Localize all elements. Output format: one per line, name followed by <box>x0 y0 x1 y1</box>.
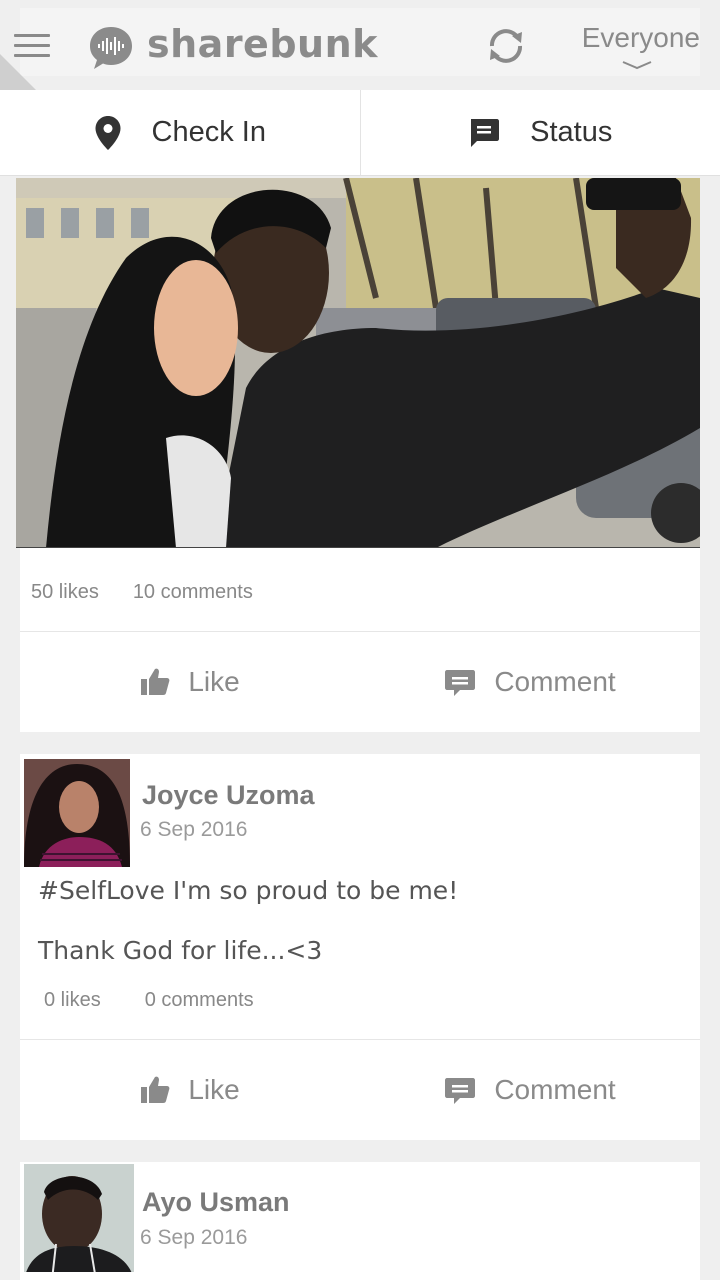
like-label: Like <box>188 1073 240 1105</box>
post-card: Joyce Uzoma 6 Sep 2016 #SelfLove I'm so … <box>20 754 700 1140</box>
comment-icon <box>445 1077 476 1104</box>
post-stats: 50 likes 10 comments <box>31 581 287 604</box>
post-text-line: #SelfLove I'm so proud to be me! <box>38 876 459 905</box>
audience-dropdown[interactable]: Everyone <box>568 22 702 78</box>
check-in-label: Check In <box>151 116 266 148</box>
comments-count[interactable]: 0 comments <box>145 989 254 1012</box>
post-card: 50 likes 10 comments Like Comment <box>20 548 700 732</box>
post-stats: 0 likes 0 comments <box>44 989 288 1012</box>
comment-label: Comment <box>494 665 616 697</box>
comment-icon <box>445 669 476 696</box>
app-name: sharebunk <box>147 22 378 66</box>
like-label: Like <box>188 665 240 697</box>
author-name[interactable]: Ayo Usman <box>142 1187 290 1218</box>
app-header: sharebunk Everyone <box>0 0 720 92</box>
post-reactions: Like Comment <box>20 1039 700 1139</box>
status-message-icon <box>471 118 500 147</box>
menu-icon[interactable] <box>14 34 50 60</box>
post-reactions: Like Comment <box>20 631 700 731</box>
chevron-down-icon <box>622 61 652 70</box>
comment-button[interactable]: Comment <box>360 1040 700 1139</box>
thumbs-up-icon <box>141 668 170 695</box>
post-text-line: Thank God for life...<3 <box>38 936 323 965</box>
check-in-button[interactable]: Check In <box>0 90 360 175</box>
location-pin-icon <box>95 115 121 150</box>
likes-count[interactable]: 0 likes <box>44 989 101 1012</box>
post-card: Ayo Usman 6 Sep 2016 <box>20 1162 700 1280</box>
avatar[interactable] <box>24 759 130 867</box>
audience-label: Everyone <box>581 22 700 53</box>
selfie-photo-image <box>16 178 700 547</box>
comment-label: Comment <box>494 1073 616 1105</box>
author-name[interactable]: Joyce Uzoma <box>142 780 315 811</box>
status-label: Status <box>530 116 613 148</box>
comment-button[interactable]: Comment <box>360 632 700 731</box>
post-date: 6 Sep 2016 <box>140 1226 248 1249</box>
likes-count[interactable]: 50 likes <box>31 581 99 604</box>
composer-actions: Check In Status <box>0 90 720 176</box>
post-photo[interactable] <box>16 178 700 548</box>
post-date: 6 Sep 2016 <box>140 818 248 841</box>
like-button[interactable]: Like <box>20 1040 360 1139</box>
avatar[interactable] <box>24 1164 134 1272</box>
status-button[interactable]: Status <box>359 90 720 175</box>
comments-count[interactable]: 10 comments <box>133 581 253 604</box>
thumbs-up-icon <box>141 1076 170 1103</box>
logo-speech-bubble-icon <box>90 27 132 69</box>
like-button[interactable]: Like <box>20 632 360 731</box>
refresh-icon[interactable] <box>484 24 528 68</box>
